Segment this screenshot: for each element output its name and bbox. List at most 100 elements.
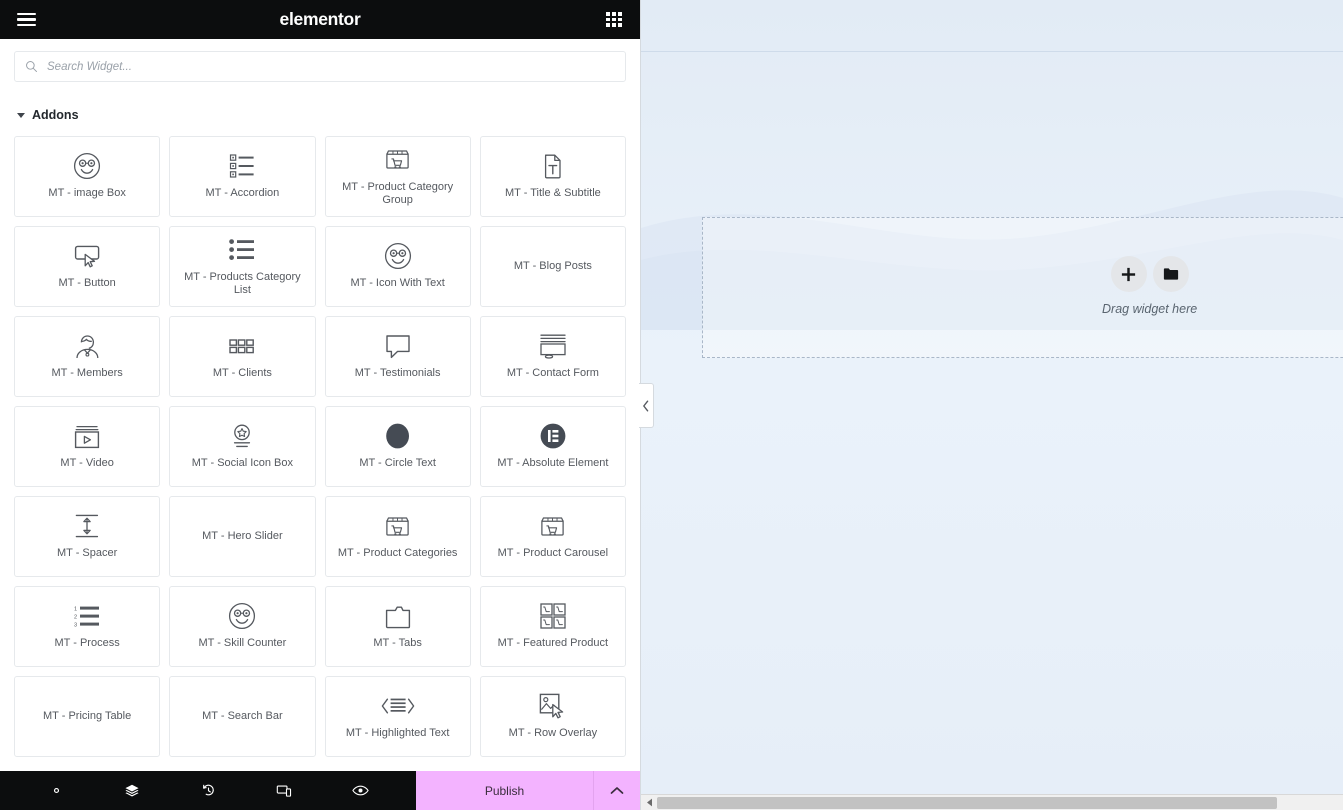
widget-card[interactable]: MT - Button [14,226,161,307]
speech-bubble-icon [385,332,411,360]
widget-panel: elementor Addons MT - image Box MT - Acco… [0,0,654,810]
widget-card[interactable]: MT - Title & Subtitle [479,136,626,217]
elementor-brand-title: elementor [279,9,361,29]
widget-label: MT - Video [60,457,114,470]
widget-card[interactable]: MT - Featured Product [479,586,626,667]
image-cursor-icon [539,692,566,720]
widget-card[interactable]: MT - Product Category Group [324,136,471,217]
widget-card[interactable]: MT - Highlighted Text [324,676,471,757]
gear-icon[interactable] [41,776,71,806]
panel-header: elementor [0,0,640,39]
document-text-icon [542,152,564,180]
panel-collapse-handle[interactable] [639,383,654,428]
widget-label: MT - Products Category List [184,270,301,296]
widget-card[interactable]: MT - Spacer [14,496,161,577]
smiley-glasses-icon [228,602,256,630]
widget-label: MT - Icon With Text [350,277,445,290]
scrollbar-thumb[interactable] [657,796,1277,809]
horizontal-scrollbar[interactable] [641,794,1343,810]
widget-card[interactable]: MT - Hero Slider [169,496,316,577]
apps-grid-icon[interactable] [602,8,626,32]
widget-card[interactable]: MT - Product Categories [324,496,471,577]
widget-label: MT - Pricing Table [43,709,132,722]
responsive-devices-icon[interactable] [269,776,299,806]
drop-zone[interactable]: Drag widget here [702,217,1343,358]
scroll-left-button[interactable] [641,794,657,810]
widget-label: MT - Absolute Element [497,457,609,470]
footer-tools [0,771,416,810]
search-input[interactable] [47,60,615,73]
widget-card[interactable]: MT - Social Icon Box [169,406,316,487]
widget-card[interactable]: MT - Skill Counter [169,586,316,667]
widget-label: MT - Social Icon Box [191,457,294,470]
widget-label: MT - Product Category Group [342,180,454,206]
elementor-logo-icon [540,422,566,450]
vertical-arrows-icon [75,512,99,540]
video-play-icon [74,422,100,450]
widget-label: MT - Row Overlay [508,727,598,740]
widget-card[interactable]: MT - Blog Posts [479,226,626,307]
folder-icon [1163,268,1178,280]
grid-blocks-icon [229,332,255,360]
widget-label: MT - Button [58,277,116,290]
widget-card[interactable]: 1 2 3 MT - Process [14,586,161,667]
widget-label: MT - Product Carousel [497,547,609,560]
widget-card[interactable]: MT - Products Category List [169,226,316,307]
drop-zone-buttons [1110,256,1189,292]
widget-card[interactable]: MT - image Box [14,136,161,217]
angle-brackets-text-icon [381,692,415,720]
scrollbar-track[interactable] [657,794,1343,810]
widget-card[interactable]: MT - Contact Form [479,316,626,397]
template-library-button[interactable] [1152,256,1189,292]
svg-text:3: 3 [74,622,77,628]
widget-label: MT - Spacer [56,547,118,560]
widget-label: MT - Testimonials [354,367,441,380]
widget-label: MT - Search Bar [202,709,283,722]
widget-card[interactable]: MT - Circle Text [324,406,471,487]
widget-card[interactable]: MT - Members [14,316,161,397]
hamburger-menu-icon[interactable] [14,8,38,32]
widget-card[interactable]: MT - Icon With Text [324,226,471,307]
bullet-list-icon [229,236,255,264]
widget-label: MT - Blog Posts [513,259,592,272]
panel-footer: Publish [0,771,640,810]
chevron-up-icon[interactable] [594,771,640,810]
publish-button[interactable]: Publish [416,771,594,810]
widget-card[interactable]: MT - Absolute Element [479,406,626,487]
add-section-button[interactable] [1110,256,1147,292]
chevron-left-icon [643,400,649,411]
widget-card[interactable]: MT - Testimonials [324,316,471,397]
widget-label: MT - image Box [48,187,126,200]
canvas-divider-line [641,51,1343,52]
eye-icon[interactable] [345,776,375,806]
panel-scroll-area[interactable]: Addons MT - image Box MT - Accordion MT - … [0,82,640,771]
editor-canvas[interactable]: Drag widget here [641,0,1343,810]
search-icon [26,61,38,73]
smiley-glasses-icon [73,152,101,180]
contact-form-icon [539,332,567,360]
storefront-cart-icon [384,512,411,540]
widget-label: MT - Accordion [205,187,280,200]
search-widget-box[interactable] [14,51,626,82]
numbered-list-icon: 1 2 3 [74,602,100,630]
widget-label: MT - Skill Counter [198,637,287,650]
widget-card[interactable]: MT - Product Carousel [479,496,626,577]
widget-card[interactable]: MT - Accordion [169,136,316,217]
layers-icon[interactable] [117,776,147,806]
smiley-glasses-icon [384,242,412,270]
triangle-left-icon [646,798,652,807]
widget-label: MT - Featured Product [497,637,609,650]
widget-card[interactable]: MT - Tabs [324,586,471,667]
widget-card[interactable]: MT - Video [14,406,161,487]
widget-label: MT - Members [51,367,123,380]
widget-label: MT - Process [54,637,120,650]
section-header-addons[interactable]: Addons [14,82,626,136]
widget-label: MT - Contact Form [506,367,599,380]
storefront-cart-icon [384,146,411,174]
widget-card[interactable]: MT - Clients [169,316,316,397]
widget-card[interactable]: MT - Search Bar [169,676,316,757]
widget-card[interactable]: MT - Row Overlay [479,676,626,757]
accordion-list-icon [229,152,255,180]
history-clock-icon[interactable] [193,776,223,806]
widget-card[interactable]: MT - Pricing Table [14,676,161,757]
